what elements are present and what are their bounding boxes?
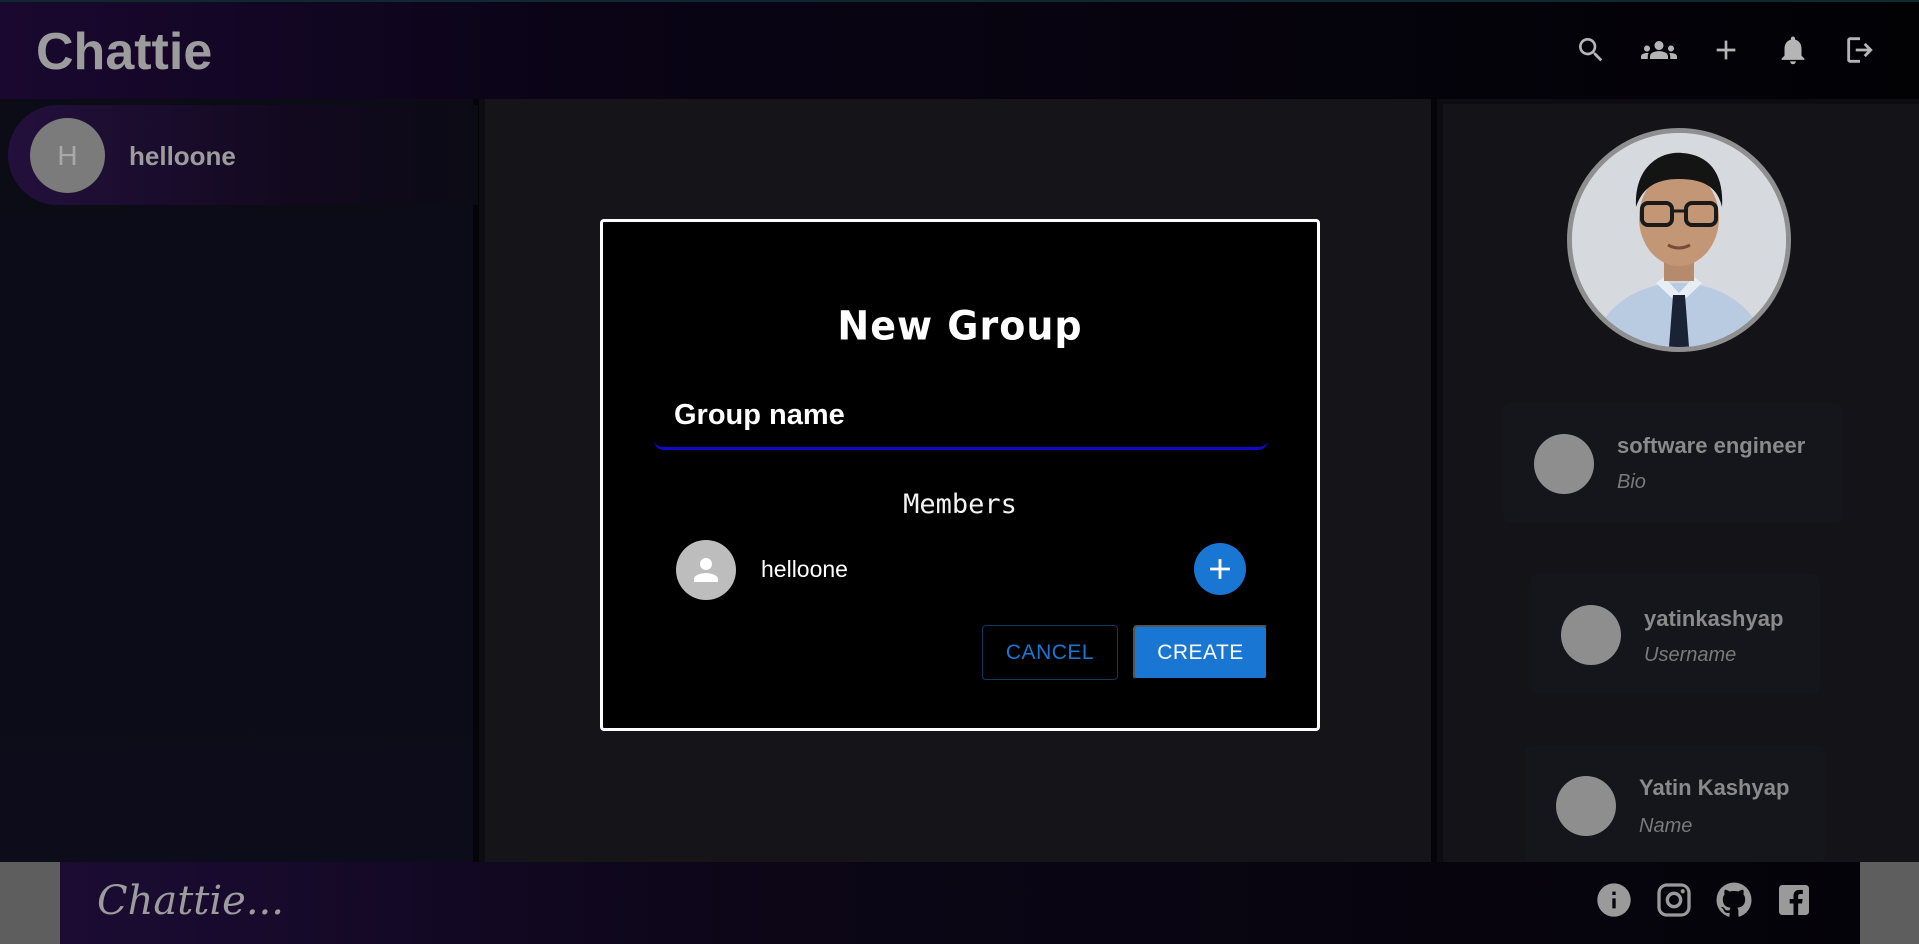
name-label: Name <box>1639 815 1693 837</box>
chat-list-item[interactable]: H helloone <box>8 105 478 205</box>
members-heading: Members <box>903 489 1017 520</box>
group-icon[interactable] <box>1641 32 1677 68</box>
username-card: yatinkashyap Username <box>1530 574 1820 694</box>
bio-value: software engineer <box>1617 433 1806 458</box>
chat-list-sidebar: H helloone <box>0 99 479 862</box>
app-logo[interactable]: Chattie <box>36 22 212 82</box>
add-member-button[interactable] <box>1194 543 1246 595</box>
profile-picture[interactable] <box>1567 128 1791 352</box>
profile-sidebar: software engineer Bio yatinkashyap Usern… <box>1443 104 1919 865</box>
name-icon <box>1556 776 1616 836</box>
new-group-dialog: New Group Members helloone CANCEL CREATE <box>600 219 1320 731</box>
name-card: Yatin Kashyap Name <box>1525 745 1825 865</box>
add-icon[interactable] <box>1708 32 1744 68</box>
bio-card: software engineer Bio <box>1503 403 1843 523</box>
username-label: Username <box>1644 644 1737 666</box>
app-header: Chattie <box>0 0 1919 99</box>
member-avatar <box>676 540 736 600</box>
facebook-icon[interactable] <box>1772 878 1816 922</box>
app-footer: Chattie... <box>0 862 1919 944</box>
plus-icon <box>1210 559 1230 579</box>
dialog-title: New Group <box>837 302 1083 350</box>
avatar: H <box>30 118 105 193</box>
logout-icon[interactable] <box>1842 32 1878 68</box>
member-name: helloone <box>761 556 848 582</box>
cancel-button[interactable]: CANCEL <box>982 625 1118 680</box>
create-button[interactable]: CREATE <box>1133 625 1268 680</box>
instagram-icon[interactable] <box>1652 878 1696 922</box>
group-name-field[interactable] <box>654 384 1268 450</box>
search-icon[interactable] <box>1573 32 1609 68</box>
bio-icon <box>1534 434 1594 494</box>
username-value: yatinkashyap <box>1644 606 1784 631</box>
github-icon[interactable] <box>1712 878 1756 922</box>
footer-side-block <box>1860 862 1919 944</box>
bell-icon[interactable] <box>1775 32 1811 68</box>
username-icon <box>1561 605 1621 665</box>
footer-brand: Chattie... <box>97 878 284 924</box>
chat-name: helloone <box>129 141 236 171</box>
name-value: Yatin Kashyap <box>1639 775 1790 800</box>
bio-label: Bio <box>1617 471 1646 493</box>
footer-side-block <box>0 862 60 944</box>
info-icon[interactable] <box>1592 878 1636 922</box>
person-icon <box>694 558 718 582</box>
group-name-input[interactable] <box>654 384 1268 447</box>
